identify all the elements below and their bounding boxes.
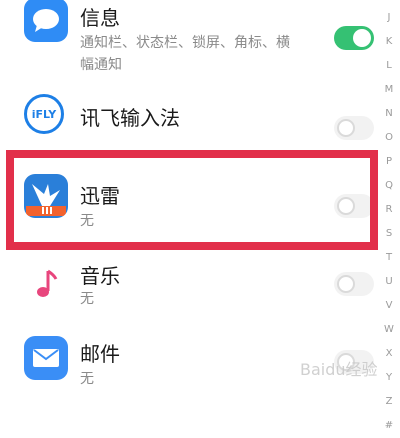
alphabet-index-letter[interactable]: S xyxy=(386,222,392,246)
notification-toggle[interactable] xyxy=(334,272,374,296)
notification-toggle[interactable] xyxy=(334,26,374,50)
notification-toggle[interactable] xyxy=(334,116,374,140)
toggle-knob xyxy=(337,197,355,215)
app-subtitle: 无 xyxy=(80,213,94,229)
alphabet-index-letter[interactable]: P xyxy=(386,150,392,174)
notification-toggle[interactable] xyxy=(334,194,374,218)
app-row-ifly[interactable]: iFLY 讯飞输入法 xyxy=(0,88,374,148)
alphabet-index-letter[interactable]: R xyxy=(386,198,393,222)
app-name: 信息 xyxy=(80,6,120,30)
app-name: 迅雷 xyxy=(80,184,120,208)
toggle-knob xyxy=(337,275,355,293)
alphabet-index-letter[interactable]: # xyxy=(385,414,393,438)
app-name: 讯飞输入法 xyxy=(80,106,180,130)
alphabet-index-letter[interactable]: N xyxy=(385,102,392,126)
alphabet-index-letter[interactable]: Y xyxy=(386,366,392,390)
thunder-bird-icon xyxy=(24,174,68,218)
alphabet-index-letter[interactable]: Z xyxy=(386,390,393,414)
app-subtitle: 无 xyxy=(80,291,94,307)
alphabet-index-letter[interactable]: Q xyxy=(385,174,393,198)
alphabet-index-letter[interactable]: W xyxy=(384,318,394,342)
alphabet-index-letter[interactable]: O xyxy=(385,126,393,150)
ifly-logo-icon: iFLY xyxy=(24,94,64,134)
ifly-logo-text: iFLY xyxy=(31,107,57,121)
alphabet-index-letter[interactable]: M xyxy=(385,78,394,102)
music-note-icon xyxy=(24,262,68,306)
message-bubble-icon xyxy=(24,0,68,42)
alphabet-index[interactable]: J K L M N O P Q R S T U V W X Y Z # xyxy=(378,0,400,431)
alphabet-index-letter[interactable]: X xyxy=(386,342,393,366)
mail-envelope-icon xyxy=(24,336,68,380)
app-name: 音乐 xyxy=(80,264,120,288)
alphabet-index-letter[interactable]: J xyxy=(388,6,391,30)
app-subtitle-line: 幅通知 xyxy=(80,57,122,73)
watermark: Baidu经验 xyxy=(300,360,378,379)
toggle-knob xyxy=(337,119,355,137)
app-subtitle: 无 xyxy=(80,371,94,387)
alphabet-index-letter[interactable]: L xyxy=(386,54,392,78)
app-row-messages[interactable]: 信息 通知栏、状态栏、锁屏、角标、横 幅通知 xyxy=(0,0,374,80)
alphabet-index-letter[interactable]: U xyxy=(385,270,392,294)
toggle-knob xyxy=(353,29,371,47)
alphabet-index-letter[interactable]: V xyxy=(386,294,393,318)
alphabet-index-letter[interactable]: K xyxy=(386,30,393,54)
app-name: 邮件 xyxy=(80,342,120,366)
app-row-music[interactable]: 音乐 无 xyxy=(0,256,374,316)
alphabet-index-letter[interactable]: T xyxy=(386,246,392,270)
app-subtitle-line: 通知栏、状态栏、锁屏、角标、横 xyxy=(80,35,290,51)
app-row-xunlei[interactable]: 迅雷 无 xyxy=(0,160,374,242)
app-subtitle: 通知栏、状态栏、锁屏、角标、横 幅通知 xyxy=(80,32,290,76)
